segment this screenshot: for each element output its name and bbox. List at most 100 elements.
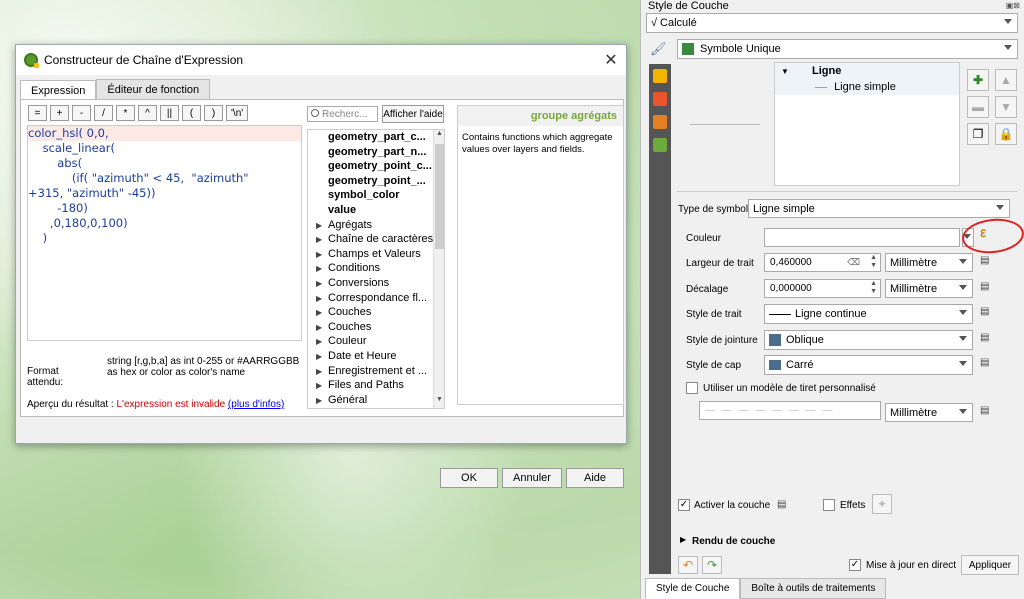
expand-arrow-icon[interactable]: ▶ <box>316 306 328 320</box>
tab-expression[interactable]: Expression <box>20 80 97 100</box>
stroke-style-combo[interactable]: Ligne continue <box>764 304 973 324</box>
expand-arrow-icon[interactable]: ▶ <box>316 277 328 291</box>
tab-processing-toolbox[interactable]: Boîte à outils de traitements <box>740 578 887 599</box>
redo-icon[interactable]: ↷ <box>702 556 722 574</box>
function-item[interactable]: geometry_part_n... <box>308 145 444 160</box>
function-item[interactable]: geometry_part_c... <box>308 130 444 145</box>
show-help-button[interactable]: Afficher l'aide <box>382 105 444 123</box>
function-group-item[interactable]: ▶ Couches <box>308 305 444 320</box>
expand-arrow-icon[interactable]: ▶ <box>316 248 328 262</box>
scroll-up-icon[interactable]: ▲ <box>434 130 444 142</box>
data-defined-override-icon[interactable]: ▤ <box>980 357 996 371</box>
op-multiply-button[interactable]: * <box>116 105 135 121</box>
expand-arrow-icon[interactable]: ▶ <box>316 335 328 349</box>
expand-arrow-icon[interactable]: ▶ <box>316 350 328 364</box>
data-defined-override-icon[interactable]: ▤ <box>980 306 996 320</box>
function-group-item[interactable]: ▶ Files and Paths <box>308 378 444 393</box>
expand-arrow-icon[interactable]: ▶ <box>316 321 328 335</box>
expand-arrow-icon[interactable]: ▶ <box>316 233 328 247</box>
function-group-item[interactable]: ▶ Enregistrement et ... <box>308 364 444 379</box>
history-icon[interactable] <box>653 138 667 152</box>
scroll-down-icon[interactable]: ▼ <box>434 396 444 408</box>
layer-rendering-label[interactable]: Rendu de couche <box>692 536 775 547</box>
remove-symbol-layer-button[interactable]: ▬ <box>967 96 989 118</box>
expand-arrow-icon[interactable]: ▶ <box>316 219 328 233</box>
paintbrush-icon[interactable]: 🖌 <box>650 41 668 57</box>
function-group-item[interactable]: ▶ Chaîne de caractères <box>308 232 444 247</box>
op-plus-button[interactable]: + <box>50 105 69 121</box>
expand-arrow-icon[interactable]: ▶ <box>316 394 328 408</box>
join-style-combo[interactable]: Oblique <box>764 330 973 350</box>
help-button[interactable]: Aide <box>566 468 624 488</box>
tab-function-editor[interactable]: Éditeur de fonction <box>96 79 211 99</box>
tree-expand-icon[interactable]: ▼ <box>781 67 789 76</box>
tab-layer-style[interactable]: Style de Couche <box>645 578 741 599</box>
function-group-item[interactable]: ▶ Couleur <box>308 334 444 349</box>
expand-arrow-icon[interactable]: ▶ <box>316 292 328 306</box>
stroke-width-input[interactable]: 0,460000 ⌫ ▲ ▼ <box>764 253 881 272</box>
function-item[interactable]: symbol_color <box>308 188 444 203</box>
op-newline-button[interactable]: '\n' <box>226 105 249 121</box>
op-equals-button[interactable]: = <box>28 105 47 121</box>
symbol-layer-tree[interactable]: ▼ Ligne Ligne simple <box>774 62 960 186</box>
renderer-mode-combo[interactable]: √ Calculé <box>646 13 1018 33</box>
expression-editor[interactable]: color_hsl( 0,0, scale_linear( abs( (if( … <box>27 125 302 341</box>
clear-icon[interactable]: ⌫ <box>847 257 860 268</box>
data-defined-override-icon[interactable]: ▤ <box>980 405 996 419</box>
dash-unit-combo[interactable]: Millimètre <box>885 403 973 422</box>
spin-icon[interactable]: ▲ ▼ <box>870 254 877 270</box>
function-list-scrollbar[interactable]: ▲ ▼ <box>433 130 444 408</box>
function-item[interactable]: geometry_point_... <box>308 174 444 189</box>
op-open-paren-button[interactable]: ( <box>182 105 201 121</box>
custom-dash-checkbox[interactable] <box>686 382 698 394</box>
data-defined-override-icon[interactable]: ▤ <box>980 281 996 295</box>
offset-input[interactable]: 0,000000 ▲ ▼ <box>764 279 881 298</box>
function-item[interactable]: geometry_point_c... <box>308 159 444 174</box>
scroll-thumb[interactable] <box>435 144 444 249</box>
lock-icon[interactable]: 🔒 <box>995 123 1017 145</box>
op-divide-button[interactable]: / <box>94 105 113 121</box>
expand-arrow-icon[interactable]: ▶ <box>680 535 686 544</box>
function-list[interactable]: geometry_part_c... geometry_part_n... geom… <box>307 129 445 409</box>
effects-star-icon[interactable]: ✦ <box>872 494 892 514</box>
function-group-item[interactable]: ▶ Couches <box>308 320 444 335</box>
function-group-item[interactable]: ▶ Conversions <box>308 276 444 291</box>
labels-icon[interactable] <box>653 69 667 83</box>
op-minus-button[interactable]: - <box>72 105 91 121</box>
ok-button[interactable]: OK <box>440 468 498 488</box>
diagrams-icon[interactable] <box>653 115 667 129</box>
expand-arrow-icon[interactable]: ▶ <box>316 365 328 379</box>
enable-layer-checkbox[interactable]: ✓ <box>678 499 690 511</box>
expand-arrow-icon[interactable]: ▶ <box>316 262 328 276</box>
offset-unit-combo[interactable]: Millimètre <box>885 279 973 298</box>
op-concat-button[interactable]: || <box>160 105 179 121</box>
function-group-item[interactable]: ▶ Général <box>308 393 444 408</box>
op-power-button[interactable]: ^ <box>138 105 157 121</box>
panel-float-close-icons[interactable]: ▣⊠ <box>1006 1 1020 10</box>
function-group-item[interactable]: ▶ Date et Heure <box>308 349 444 364</box>
data-defined-override-icon[interactable]: ▤ <box>777 499 793 513</box>
op-close-paren-button[interactable]: ) <box>204 105 223 121</box>
move-up-button[interactable]: ▲ <box>995 69 1017 91</box>
cap-style-combo[interactable]: Carré <box>764 355 973 375</box>
function-group-item[interactable]: ▶ Correspondance fl... <box>308 291 444 306</box>
undo-icon[interactable]: ↶ <box>678 556 698 574</box>
live-update-checkbox[interactable]: ✓ <box>849 559 861 571</box>
stroke-width-unit-combo[interactable]: Millimètre <box>885 253 973 272</box>
move-down-button[interactable]: ▼ <box>995 96 1017 118</box>
function-search-input[interactable]: Recherc... <box>307 106 378 122</box>
tree-row-child[interactable]: Ligne simple <box>775 79 959 95</box>
function-group-item[interactable]: ▶ Conditions <box>308 261 444 276</box>
function-group-item[interactable]: ▶ Champs et Valeurs <box>308 247 444 262</box>
function-item[interactable]: value <box>308 203 444 218</box>
more-info-link[interactable]: (plus d'infos) <box>228 399 284 410</box>
data-defined-override-icon[interactable]: ▤ <box>980 332 996 346</box>
duplicate-layer-button[interactable]: ❐ <box>967 123 989 145</box>
add-symbol-layer-button[interactable]: ✚ <box>967 69 989 91</box>
effects-checkbox[interactable] <box>823 499 835 511</box>
expand-arrow-icon[interactable]: ▶ <box>316 379 328 393</box>
spin-icon[interactable]: ▲ ▼ <box>870 280 877 296</box>
apply-button[interactable]: Appliquer <box>961 555 1019 575</box>
data-defined-override-icon[interactable]: ▤ <box>980 255 996 269</box>
cancel-button[interactable]: Annuler <box>502 468 562 488</box>
